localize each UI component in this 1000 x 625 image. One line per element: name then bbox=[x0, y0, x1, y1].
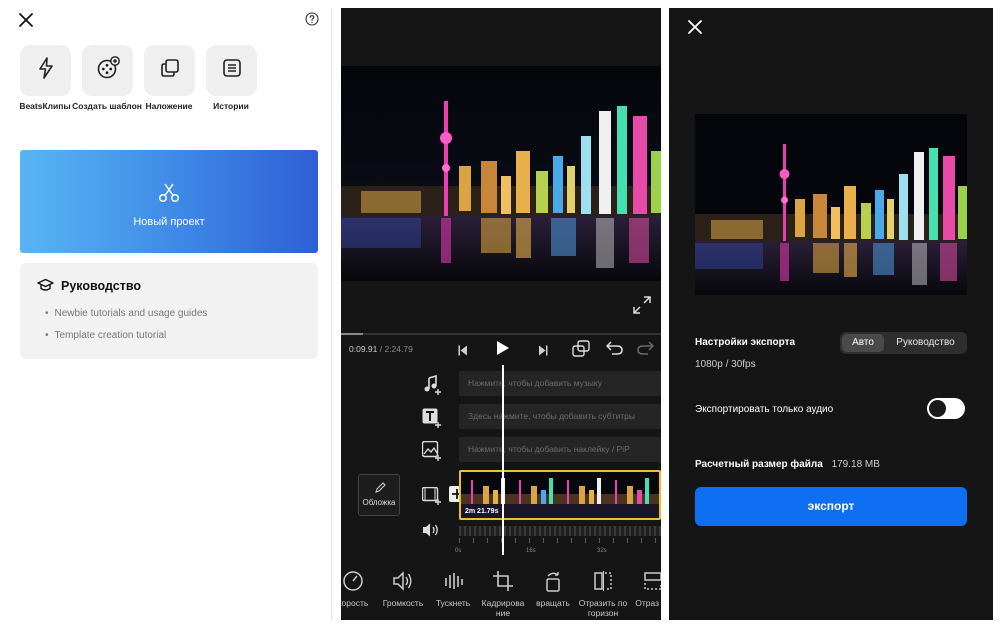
file-size-row: Расчетный размер файла 179.18 MB bbox=[695, 459, 880, 470]
lightning-icon bbox=[36, 57, 56, 84]
overlay-icon bbox=[159, 57, 181, 84]
audio-waveform bbox=[459, 526, 661, 536]
playhead[interactable] bbox=[502, 365, 504, 555]
graduation-cap-icon bbox=[37, 278, 54, 297]
home-panel: BeatsКлипы Создать шаблон Наложение Исто… bbox=[0, 0, 333, 625]
fade-icon bbox=[425, 570, 481, 592]
ruler-tick-label: 16s bbox=[526, 548, 536, 554]
film-reel-plus-icon bbox=[96, 56, 120, 85]
skip-start-icon[interactable] bbox=[458, 343, 468, 361]
sticker-track[interactable]: Нажмите, чтобы добавить наклейку / PiP bbox=[459, 437, 661, 462]
beats-clips-button[interactable] bbox=[20, 45, 71, 96]
flip-horizontal-icon bbox=[575, 570, 631, 592]
overlay-label: Наложение bbox=[145, 101, 193, 111]
stories-label: Истории bbox=[213, 101, 249, 111]
beats-clips-label: BeatsКлипы bbox=[19, 101, 71, 111]
add-sticker-icon[interactable] bbox=[421, 440, 442, 466]
add-music-icon[interactable] bbox=[422, 374, 442, 400]
volume-icon[interactable] bbox=[422, 522, 440, 543]
pencil-icon bbox=[374, 481, 386, 499]
cover-label: Обложка bbox=[362, 498, 396, 507]
crop-tool[interactable]: Кадрирова ние bbox=[475, 570, 531, 618]
mode-manual-option[interactable]: Руководство bbox=[886, 334, 965, 352]
stories-button[interactable] bbox=[206, 45, 257, 96]
fullscreen-icon[interactable] bbox=[633, 296, 651, 319]
guide-item[interactable]: • Template creation tutorial bbox=[45, 330, 166, 341]
audio-only-label: Экспортировать только аудио bbox=[695, 404, 834, 415]
rotate-icon bbox=[525, 570, 581, 592]
redo-icon[interactable] bbox=[637, 341, 655, 360]
music-track[interactable]: Нажмите, чтобы добавить музыку bbox=[459, 371, 661, 396]
ruler-tick-label: 0s bbox=[455, 548, 462, 554]
export-mode-switch[interactable]: Авто Руководство bbox=[840, 332, 967, 354]
overlay-button[interactable] bbox=[144, 45, 195, 96]
panel-divider bbox=[331, 8, 332, 620]
help-icon[interactable] bbox=[305, 12, 319, 26]
resolution-value[interactable]: 1080p / 30fps bbox=[695, 359, 756, 370]
new-project-button[interactable]: Новый проект bbox=[20, 150, 318, 253]
overlay-icon[interactable] bbox=[572, 340, 590, 362]
timeline-ruler bbox=[459, 538, 661, 543]
video-preview[interactable] bbox=[341, 66, 661, 281]
flip-vertical-icon bbox=[625, 570, 661, 592]
cover-button[interactable]: Обложка bbox=[358, 474, 400, 516]
volume-icon bbox=[375, 570, 431, 592]
clip-duration: 2m 21.79s bbox=[465, 508, 499, 515]
guide-title: Руководство bbox=[61, 279, 142, 293]
guide-card[interactable]: Руководство • Newbie tutorials and usage … bbox=[20, 263, 318, 359]
scissors-icon bbox=[158, 182, 180, 209]
editor-panel: 0:09.91 / 2:24.79 Нажмите, чтобы добавит… bbox=[341, 8, 661, 620]
export-settings-label: Настройки экспорта bbox=[695, 337, 796, 348]
create-template-button[interactable] bbox=[82, 45, 133, 96]
toggle-knob bbox=[929, 400, 946, 417]
crop-icon bbox=[475, 570, 531, 592]
playback-progress[interactable] bbox=[341, 333, 661, 335]
volume-tool[interactable]: Громкость bbox=[375, 570, 431, 608]
skip-end-icon[interactable] bbox=[538, 343, 548, 361]
fade-tool[interactable]: Тускнеть bbox=[425, 570, 481, 608]
file-size-value: 179.18 MB bbox=[831, 459, 880, 470]
mode-auto-option[interactable]: Авто bbox=[842, 334, 884, 352]
file-size-label: Расчетный размер файла bbox=[695, 459, 823, 470]
rotate-tool[interactable]: вращать bbox=[525, 570, 581, 608]
play-icon[interactable] bbox=[496, 340, 510, 361]
add-text-icon[interactable] bbox=[422, 408, 442, 433]
flip-vertical-tool[interactable]: Отраз по bbox=[625, 570, 661, 608]
undo-icon[interactable] bbox=[605, 341, 623, 360]
audio-only-toggle[interactable] bbox=[927, 398, 965, 419]
list-icon bbox=[221, 57, 243, 84]
close-icon[interactable] bbox=[18, 12, 34, 28]
ruler-tick-label: 32s bbox=[597, 548, 607, 554]
subtitle-track[interactable]: Здесь нажмите, чтобы добавить субтитры bbox=[459, 404, 661, 429]
new-project-label: Новый проект bbox=[133, 216, 205, 228]
guide-item[interactable]: • Newbie tutorials and usage guides bbox=[45, 308, 207, 319]
flip-horizontal-tool[interactable]: Отразить по горизон bbox=[575, 570, 631, 618]
export-panel: Настройки экспорта 1080p / 30fps Авто Ру… bbox=[669, 8, 993, 620]
time-display: 0:09.91 / 2:24.79 bbox=[349, 344, 413, 354]
create-template-label: Создать шаблон bbox=[72, 101, 142, 111]
add-clip-icon[interactable] bbox=[421, 486, 442, 510]
close-icon[interactable] bbox=[687, 19, 703, 40]
export-button[interactable]: экспорт bbox=[695, 487, 967, 526]
export-preview bbox=[695, 114, 967, 295]
video-clip[interactable]: 2m 21.79s bbox=[459, 470, 661, 520]
